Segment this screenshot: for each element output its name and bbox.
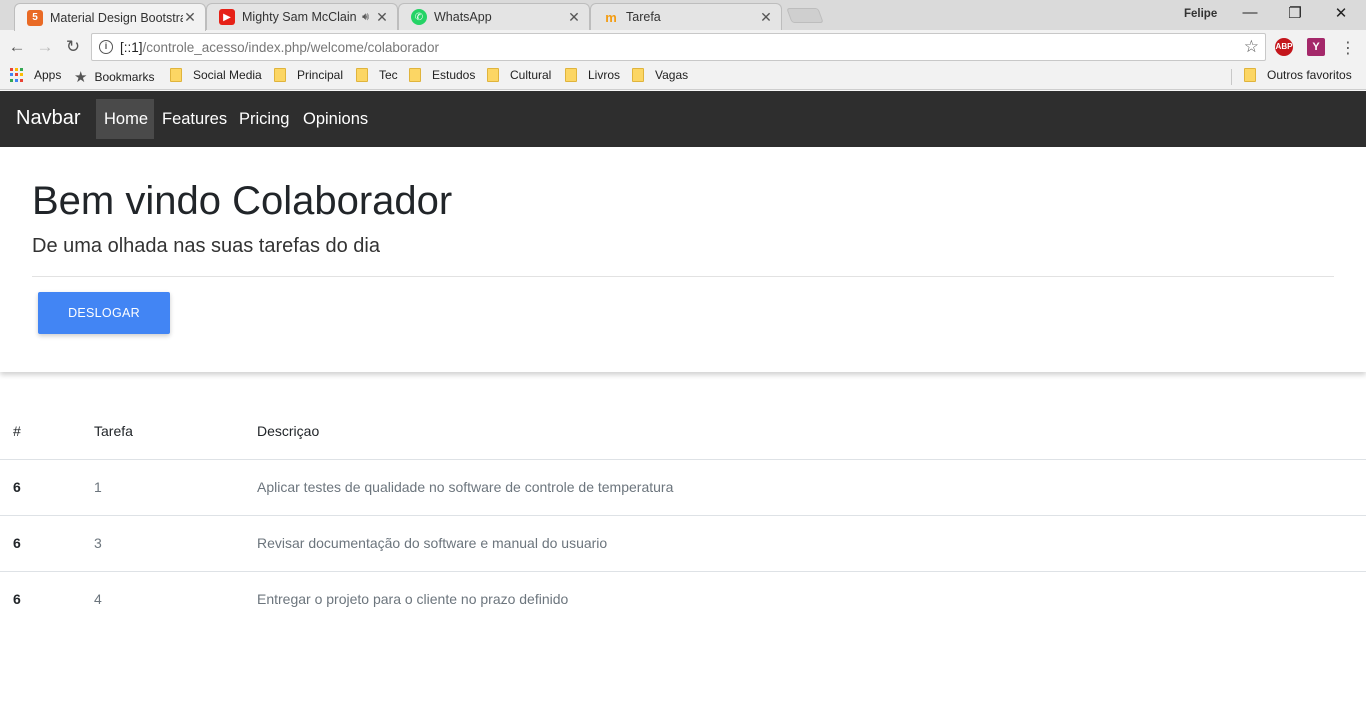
bookmark-label: Bookmarks bbox=[94, 70, 155, 84]
cell-tarefa: 4 bbox=[94, 591, 102, 608]
bookmark-folder-social-media[interactable]: Social Media bbox=[170, 68, 262, 82]
table-row: 6 3 Revisar documentação do software e m… bbox=[0, 515, 1366, 572]
folder-icon bbox=[409, 68, 421, 82]
bookmark-label: Social Media bbox=[193, 68, 262, 82]
bookmark-label: Cultural bbox=[510, 68, 552, 82]
url-host: [::1] bbox=[120, 40, 143, 55]
bookmark-label: Livros bbox=[588, 68, 621, 82]
tab-title: Material Design Bootstra bbox=[50, 10, 183, 25]
bookmark-folder-outros-favoritos[interactable]: Outros favoritos bbox=[1244, 68, 1352, 82]
menu-icon[interactable]: ⋮ bbox=[1340, 38, 1356, 58]
column-header-tarefa: Tarefa bbox=[81, 404, 244, 460]
folder-icon bbox=[487, 68, 499, 82]
bookmark-folder-vagas[interactable]: Vagas bbox=[632, 68, 688, 82]
close-icon[interactable]: ✕ bbox=[183, 9, 197, 26]
cell-id: 6 bbox=[0, 459, 81, 516]
bookmark-label: Principal bbox=[297, 68, 344, 82]
nav-item-features[interactable]: Features bbox=[154, 99, 235, 139]
adblock-icon[interactable]: ABP bbox=[1275, 38, 1293, 56]
cell-descricao: Revisar documentação do software e manua… bbox=[244, 515, 1366, 572]
bookmark-star-icon[interactable]: ☆ bbox=[1244, 37, 1259, 57]
new-tab-button[interactable] bbox=[786, 8, 824, 23]
reload-icon[interactable]: ↻ bbox=[62, 36, 84, 58]
tab-title: Tarefa bbox=[626, 10, 661, 24]
browser-tab-tarefa[interactable]: m Tarefa ✕ bbox=[590, 3, 782, 30]
nav-item-opinions[interactable]: Opinions bbox=[295, 99, 376, 139]
cell-tarefa: 3 bbox=[81, 515, 244, 572]
page-title: Bem vindo Colaborador bbox=[32, 179, 453, 223]
bookmark-folder-estudos[interactable]: Estudos bbox=[409, 68, 475, 82]
profile-name[interactable]: Felipe bbox=[1184, 8, 1217, 20]
minimize-icon[interactable]: — bbox=[1230, 4, 1270, 26]
bookmark-bookmarks[interactable]: ★ Bookmarks bbox=[74, 68, 154, 86]
cell-descricao: Aplicar testes de qualidade no software … bbox=[244, 459, 1366, 516]
info-icon[interactable]: i bbox=[99, 40, 113, 54]
cell-id: 6 bbox=[0, 515, 81, 572]
nav-item-pricing[interactable]: Pricing bbox=[231, 99, 297, 139]
nav-item-home[interactable]: Home bbox=[96, 99, 154, 139]
bookmarks-divider bbox=[1231, 69, 1232, 85]
forward-icon[interactable]: → bbox=[34, 36, 56, 58]
bookmark-folder-livros[interactable]: Livros bbox=[565, 68, 620, 82]
cell-id: 6 bbox=[13, 591, 21, 608]
apps-grid-icon bbox=[10, 68, 24, 82]
browser-tab-youtube[interactable]: ▶ Mighty Sam McClain 🔊︎ ✕ bbox=[206, 3, 398, 30]
m-icon: m bbox=[605, 9, 617, 25]
table-row: 6 1 Aplicar testes de qualidade no softw… bbox=[0, 459, 1366, 516]
bookmark-apps[interactable]: Apps bbox=[10, 68, 61, 82]
browser-tab-material[interactable]: 5 Material Design Bootstra ✕ bbox=[14, 3, 206, 31]
restore-icon[interactable]: ❐ bbox=[1275, 4, 1315, 26]
navbar-brand[interactable]: Navbar bbox=[16, 107, 80, 130]
address-bar[interactable]: i [::1]/controle_acesso/index.php/welcom… bbox=[91, 33, 1266, 61]
folder-icon bbox=[1244, 68, 1256, 82]
star-icon: ★ bbox=[74, 69, 88, 86]
folder-icon bbox=[170, 68, 182, 82]
back-icon[interactable]: ← bbox=[6, 36, 28, 58]
column-header-descricao: Descriçao bbox=[244, 404, 1366, 460]
close-icon[interactable]: ✕ bbox=[567, 9, 581, 26]
folder-icon bbox=[356, 68, 368, 82]
bookmark-folder-tec[interactable]: Tec bbox=[356, 68, 398, 82]
url-text: [::1]/controle_acesso/index.php/welcome/… bbox=[120, 40, 439, 55]
speaker-icon[interactable]: 🔊︎ bbox=[362, 11, 369, 24]
youtube-icon: ▶ bbox=[219, 9, 235, 25]
tab-title: WhatsApp bbox=[434, 10, 492, 24]
site-navbar: Navbar Home Features Pricing Opinions bbox=[0, 91, 1366, 147]
table-header-row: # Tarefa Descriçao bbox=[0, 404, 1366, 460]
bookmark-label: Estudos bbox=[432, 68, 476, 82]
bookmark-label: Apps bbox=[34, 68, 62, 82]
column-header-id: # bbox=[0, 404, 81, 460]
yoast-icon[interactable]: Y bbox=[1307, 38, 1325, 56]
bookmark-label: Vagas bbox=[655, 68, 689, 82]
divider bbox=[32, 276, 1334, 277]
close-icon[interactable]: ✕ bbox=[759, 9, 773, 26]
browser-toolbar: ← → ↻ i [::1]/controle_acesso/index.php/… bbox=[0, 30, 1366, 64]
window-close-icon[interactable]: ✕ bbox=[1321, 4, 1361, 26]
whatsapp-icon: ✆ bbox=[411, 9, 427, 25]
bookmark-folder-cultural[interactable]: Cultural bbox=[487, 68, 551, 82]
tab-title: Mighty Sam McClain bbox=[242, 10, 357, 24]
folder-icon bbox=[565, 68, 577, 82]
browser-tab-whatsapp[interactable]: ✆ WhatsApp ✕ bbox=[398, 3, 590, 30]
bookmark-label: Tec bbox=[379, 68, 398, 82]
bookmarks-bar: Apps ★ Bookmarks Social Media Principal … bbox=[0, 64, 1366, 90]
url-path: /controle_acesso/index.php/welcome/colab… bbox=[142, 40, 439, 55]
html5-icon: 5 bbox=[27, 9, 43, 26]
tasks-table: # Tarefa Descriçao 6 1 Aplicar testes de… bbox=[0, 404, 1366, 627]
close-icon[interactable]: ✕ bbox=[375, 9, 389, 26]
table-row: 6 4 Entregar o projeto para o cliente no… bbox=[0, 571, 1366, 627]
folder-icon bbox=[274, 68, 286, 82]
logout-button[interactable]: DESLOGAR bbox=[38, 292, 170, 334]
browser-tabstrip: 5 Material Design Bootstra ✕ ▶ Mighty Sa… bbox=[0, 0, 1366, 31]
cell-tarefa: 1 bbox=[81, 459, 244, 516]
jumbotron: Bem vindo Colaborador De uma olhada nas … bbox=[0, 147, 1366, 372]
folder-icon bbox=[632, 68, 644, 82]
page-subtitle: De uma olhada nas suas tarefas do dia bbox=[32, 235, 380, 257]
cell-descricao: Entregar o projeto para o cliente no pra… bbox=[257, 591, 569, 608]
bookmark-folder-principal[interactable]: Principal bbox=[274, 68, 343, 82]
bookmark-label: Outros favoritos bbox=[1267, 68, 1352, 82]
